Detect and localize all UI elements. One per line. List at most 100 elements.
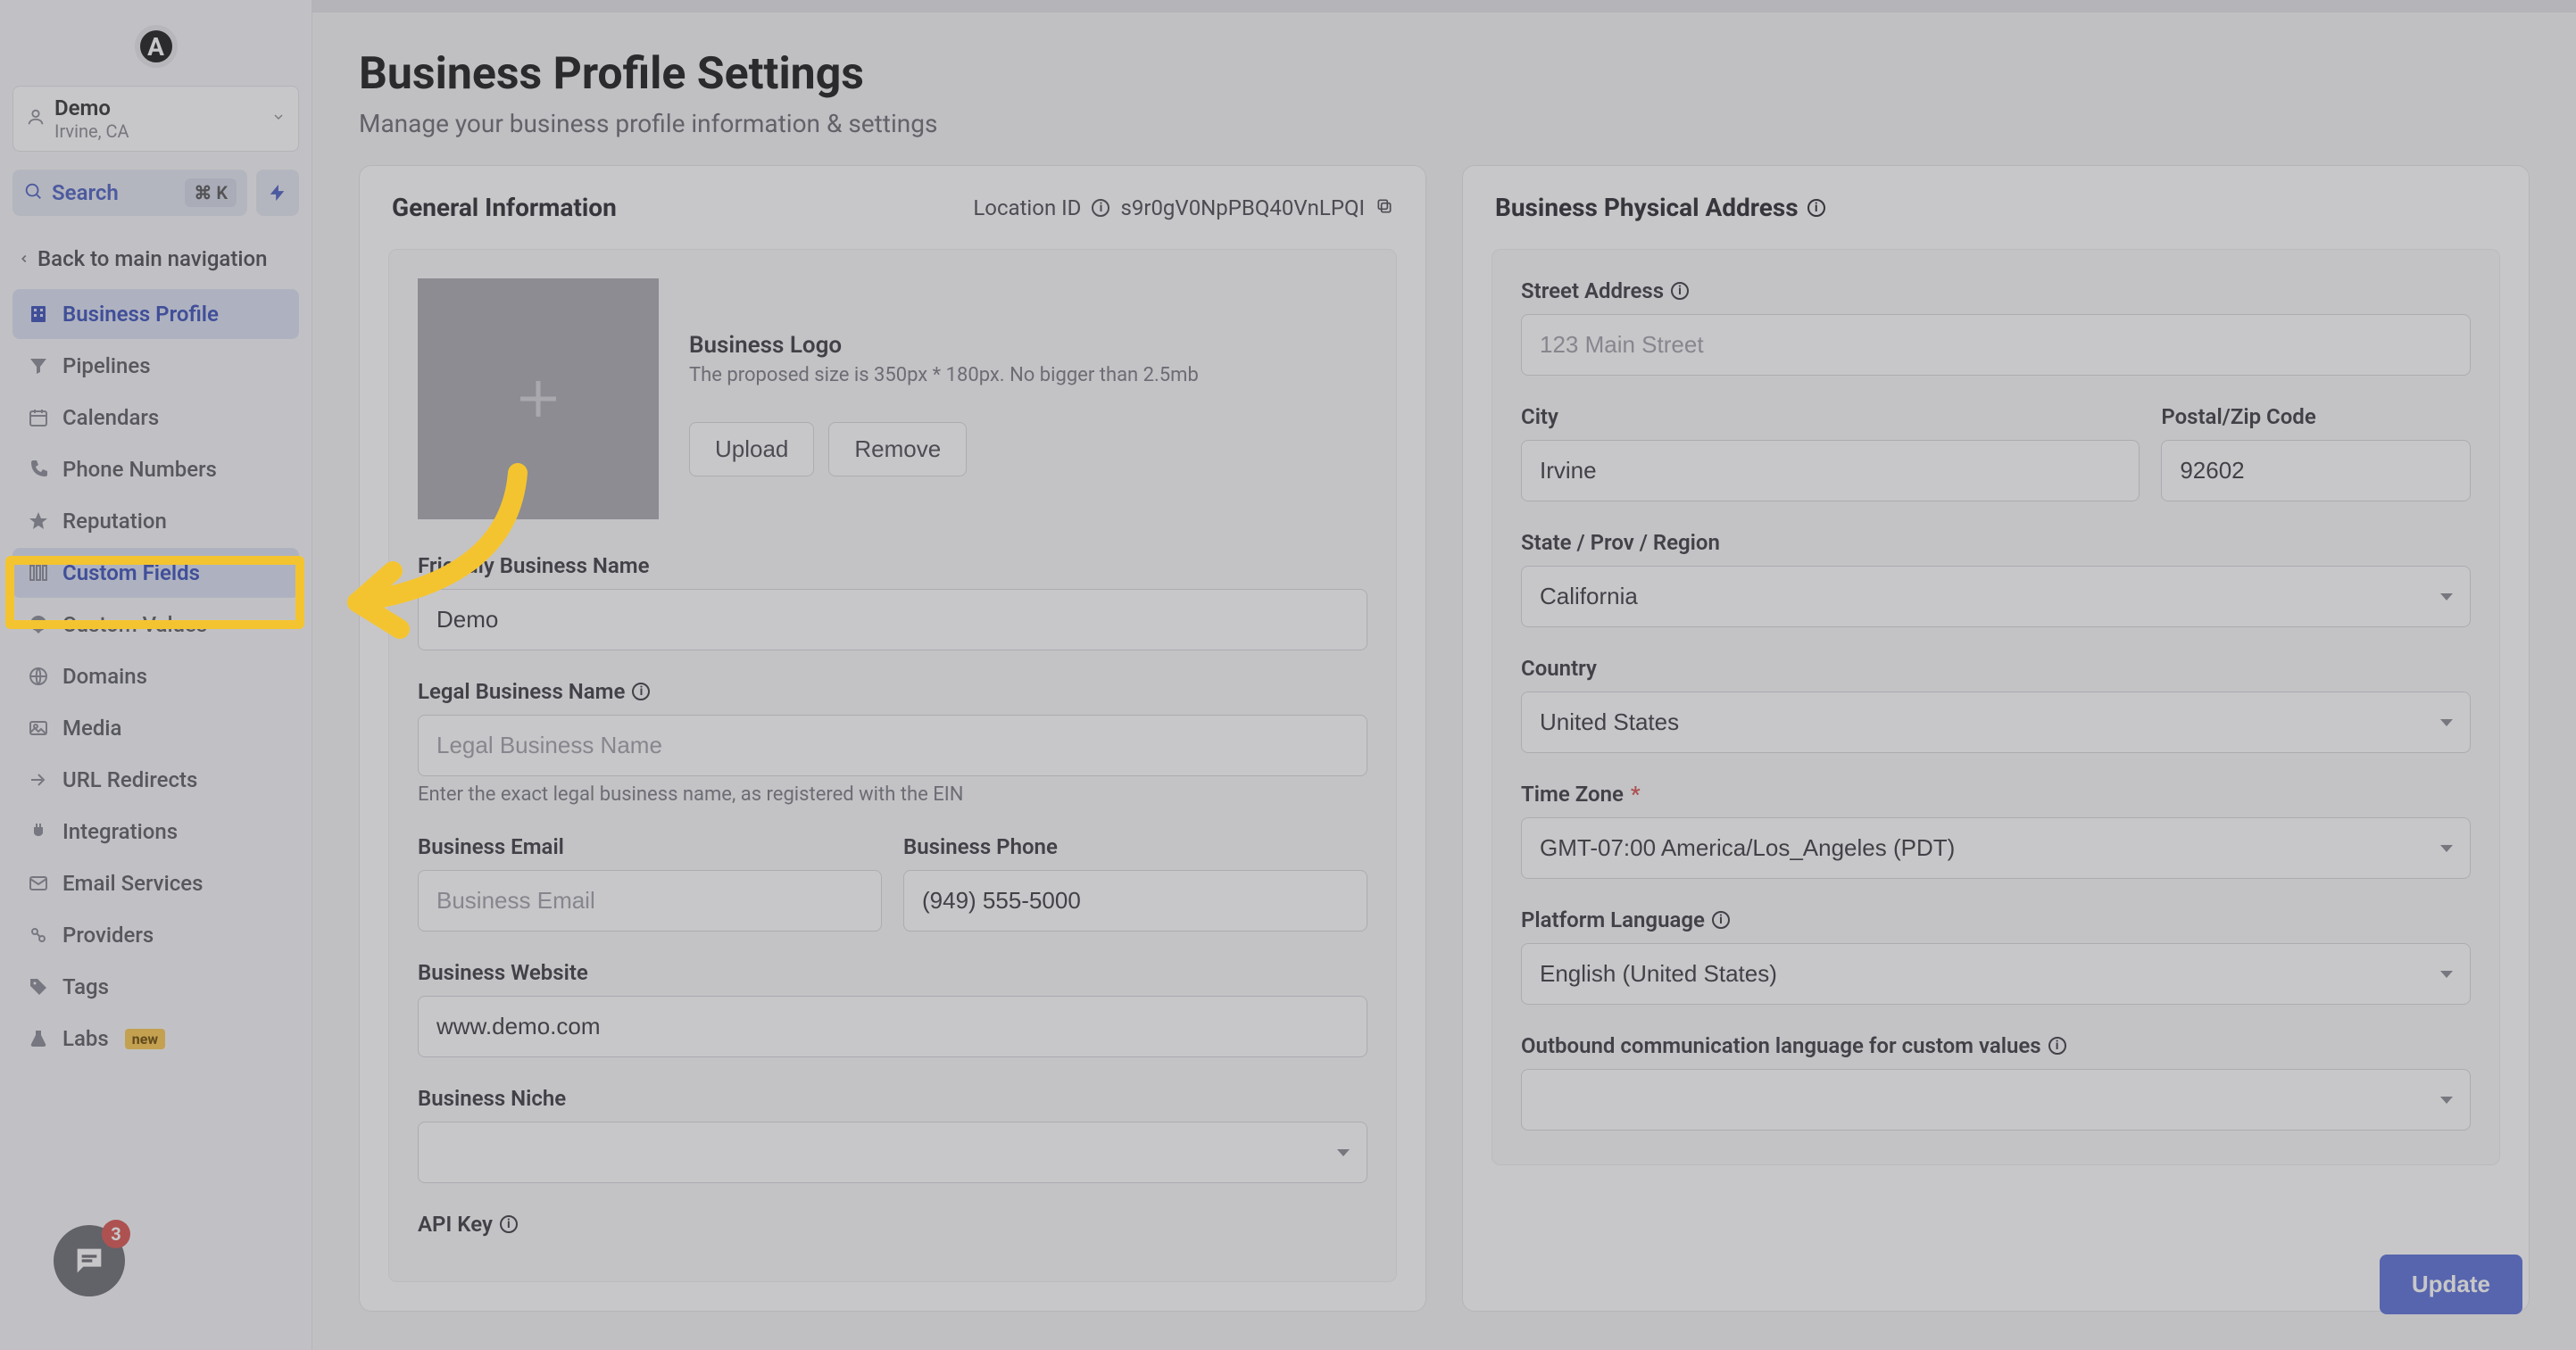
general-info-title: General Information xyxy=(392,193,617,222)
nav-label: Custom Values xyxy=(62,612,207,637)
remove-button[interactable]: Remove xyxy=(828,422,967,476)
sidebar-item-labs[interactable]: Labs new xyxy=(12,1014,299,1064)
sidebar-item-media[interactable]: Media xyxy=(12,703,299,753)
legal-name-label: Legal Business Name xyxy=(418,679,625,704)
email-input[interactable] xyxy=(418,870,882,932)
zip-input[interactable] xyxy=(2161,440,2471,501)
location-id-value: s9r0gV0NpPBQ40VnLPQI xyxy=(1120,195,1365,220)
copy-icon[interactable] xyxy=(1375,195,1393,220)
sidebar-item-providers[interactable]: Providers xyxy=(12,910,299,960)
lang-select[interactable] xyxy=(1521,943,2471,1005)
niche-label: Business Niche xyxy=(418,1086,1367,1111)
website-input[interactable] xyxy=(418,996,1367,1057)
page-title: Business Profile Settings xyxy=(359,48,2530,100)
business-logo-label: Business Logo xyxy=(689,332,1367,359)
nav-label: Phone Numbers xyxy=(62,457,217,482)
update-button[interactable]: Update xyxy=(2380,1255,2522,1314)
api-key-label: API Key xyxy=(418,1212,493,1237)
sidebar-item-calendars[interactable]: Calendars xyxy=(12,393,299,443)
nav-label: Domains xyxy=(62,664,147,689)
redirect-icon xyxy=(27,768,50,791)
search-shortcut: ⌘ K xyxy=(185,178,237,207)
address-title: Business Physical Address xyxy=(1495,193,1799,222)
info-icon[interactable]: i xyxy=(1807,199,1825,217)
logo-upload-area[interactable] xyxy=(418,278,659,519)
sidebar-item-pipelines[interactable]: Pipelines xyxy=(12,341,299,391)
tz-select[interactable] xyxy=(1521,817,2471,879)
globe-icon xyxy=(27,665,50,688)
sidebar-item-email-services[interactable]: Email Services xyxy=(12,858,299,908)
back-to-main-nav[interactable]: Back to main navigation xyxy=(12,237,299,289)
info-icon[interactable]: i xyxy=(1671,282,1689,300)
phone-input[interactable] xyxy=(903,870,1367,932)
nav-label: Custom Fields xyxy=(62,560,200,585)
nav-label: Labs xyxy=(62,1026,109,1051)
footer-actions: Update xyxy=(2380,1255,2522,1314)
location-id-label: Location ID xyxy=(973,195,1081,220)
state-select[interactable] xyxy=(1521,566,2471,627)
sidebar-item-integrations[interactable]: Integrations xyxy=(12,807,299,857)
search-icon xyxy=(23,181,43,204)
info-icon[interactable]: i xyxy=(1712,911,1730,929)
state-label: State / Prov / Region xyxy=(1521,530,2471,555)
street-input[interactable] xyxy=(1521,314,2471,376)
sidebar: A Demo Irvine, CA Search ⌘ K xyxy=(0,0,312,1350)
plug-icon xyxy=(27,820,50,843)
location-selector[interactable]: Demo Irvine, CA xyxy=(12,86,299,152)
general-info-card: General Information Location ID i s9r0gV… xyxy=(359,165,1426,1312)
sidebar-item-reputation[interactable]: Reputation xyxy=(12,496,299,546)
nav-label: Providers xyxy=(62,923,154,948)
flask-icon xyxy=(27,1027,50,1050)
phone-icon xyxy=(27,458,50,481)
chat-fab[interactable]: 3 xyxy=(54,1225,125,1296)
fields-icon xyxy=(27,561,50,584)
topbar xyxy=(312,0,2576,12)
sidebar-item-business-profile[interactable]: Business Profile xyxy=(12,289,299,339)
friendly-name-input[interactable] xyxy=(418,589,1367,650)
legal-name-input[interactable] xyxy=(418,715,1367,776)
sidebar-item-tags[interactable]: Tags xyxy=(12,962,299,1012)
zip-label: Postal/Zip Code xyxy=(2161,404,2471,429)
new-badge: new xyxy=(125,1029,165,1049)
info-icon[interactable]: i xyxy=(1092,199,1109,217)
image-icon xyxy=(27,716,50,740)
location-id-row: Location ID i s9r0gV0NpPBQ40VnLPQI xyxy=(973,195,1393,220)
location-name: Demo xyxy=(54,95,262,120)
sidebar-item-custom-values[interactable]: Custom Values xyxy=(12,600,299,650)
providers-icon xyxy=(27,923,50,947)
app-logo: A xyxy=(135,25,178,68)
phone-label: Business Phone xyxy=(903,834,1367,859)
quick-actions-button[interactable] xyxy=(256,170,299,216)
info-icon[interactable]: i xyxy=(632,683,650,700)
page-subtitle: Manage your business profile information… xyxy=(359,109,2530,138)
country-select[interactable] xyxy=(1521,692,2471,753)
search-button[interactable]: Search ⌘ K xyxy=(12,170,247,216)
nav-label: Business Profile xyxy=(62,302,219,327)
sidebar-item-domains[interactable]: Domains xyxy=(12,651,299,701)
main-content: Business Profile Settings Manage your bu… xyxy=(312,0,2576,1350)
street-label: Street Address xyxy=(1521,278,1664,303)
upload-button[interactable]: Upload xyxy=(689,422,814,476)
nav-label: Tags xyxy=(62,974,109,999)
star-icon xyxy=(27,509,50,533)
chat-badge: 3 xyxy=(102,1220,130,1248)
chevron-down-icon xyxy=(271,110,286,128)
nav-label: Reputation xyxy=(62,509,167,534)
city-input[interactable] xyxy=(1521,440,2140,501)
mail-icon xyxy=(27,872,50,895)
search-label: Search xyxy=(52,180,176,205)
nav-label: URL Redirects xyxy=(62,767,197,792)
sidebar-item-url-redirects[interactable]: URL Redirects xyxy=(12,755,299,805)
building-icon xyxy=(27,302,50,326)
country-label: Country xyxy=(1521,656,2471,681)
settings-nav: Business Profile Pipelines Calendars Pho… xyxy=(12,289,299,1064)
nav-label: Email Services xyxy=(62,871,203,896)
location-sub: Irvine, CA xyxy=(54,120,262,142)
info-icon[interactable]: i xyxy=(2048,1037,2066,1055)
logo-row: A xyxy=(12,18,299,86)
info-icon[interactable]: i xyxy=(500,1215,518,1233)
sidebar-item-custom-fields[interactable]: Custom Fields xyxy=(12,548,299,598)
sidebar-item-phone-numbers[interactable]: Phone Numbers xyxy=(12,444,299,494)
niche-select[interactable] xyxy=(418,1122,1367,1183)
outbound-lang-select[interactable] xyxy=(1521,1069,2471,1131)
